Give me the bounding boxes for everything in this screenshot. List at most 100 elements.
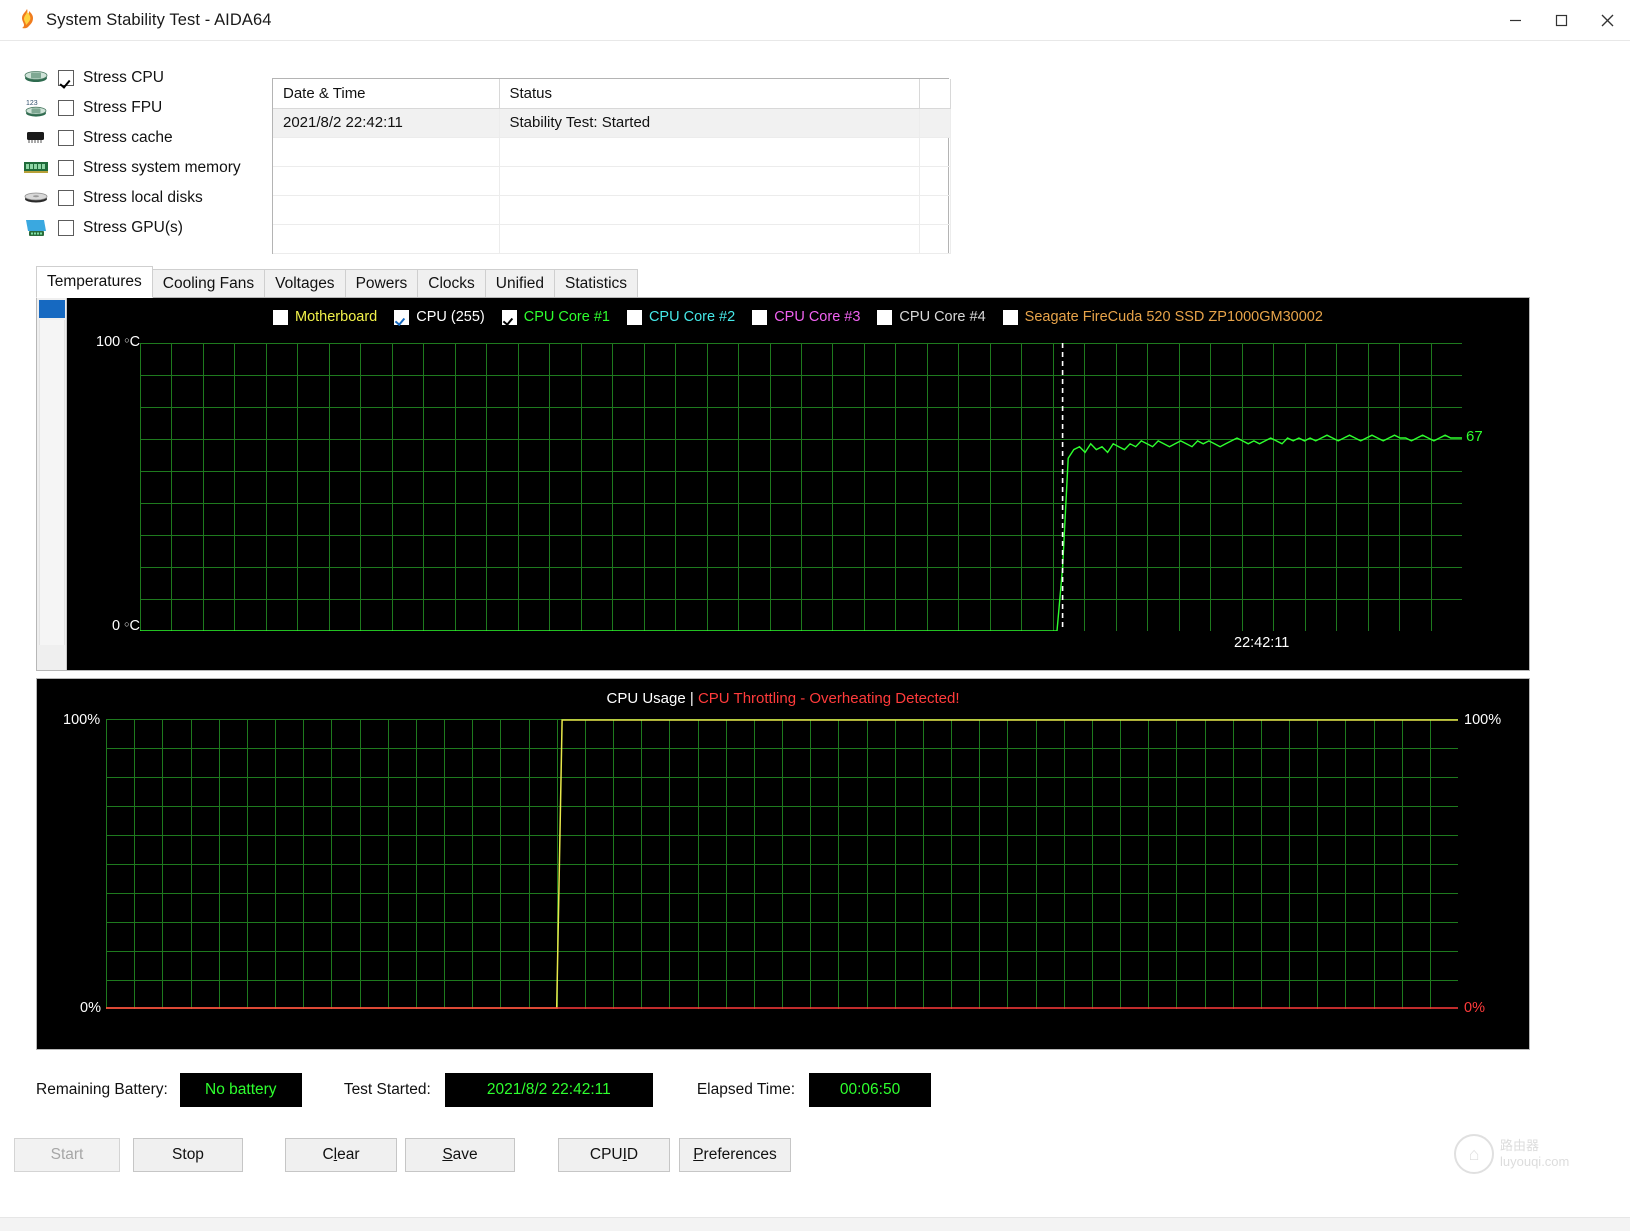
column-header-status[interactable]: Status bbox=[499, 79, 920, 109]
legend-checkbox-motherboard[interactable] bbox=[273, 309, 288, 325]
tab-unified[interactable]: Unified bbox=[484, 269, 556, 298]
stress-memory-checkbox[interactable] bbox=[58, 160, 74, 176]
legend-label-cpu-core-3: CPU Core #3 bbox=[774, 309, 861, 325]
table-header-row: Date & Time Status bbox=[273, 79, 951, 109]
stress-disks-label: Stress local disks bbox=[83, 189, 203, 206]
window-titlebar: System Stability Test - AIDA64 bbox=[0, 0, 1630, 41]
cell-datetime bbox=[273, 195, 500, 225]
status-bar: Remaining Battery: No battery Test Start… bbox=[0, 1073, 1630, 1107]
maximize-button[interactable] bbox=[1538, 0, 1584, 41]
cell-spacer bbox=[919, 166, 951, 196]
tab-statistics[interactable]: Statistics bbox=[554, 269, 639, 298]
usage-axis-min-left: 0% bbox=[80, 1000, 101, 1016]
battery-value: No battery bbox=[179, 1073, 302, 1107]
cpu-chip-icon bbox=[22, 67, 50, 89]
legend-checkbox-cpu-core-1[interactable] bbox=[501, 309, 517, 325]
stress-memory-label: Stress system memory bbox=[83, 159, 241, 176]
minimize-button[interactable] bbox=[1492, 0, 1538, 41]
stress-option-cache[interactable]: Stress cache bbox=[22, 123, 272, 153]
legend-label-seagate-ssd: Seagate FireCuda 520 SSD ZP1000GM30002 bbox=[1024, 309, 1323, 325]
legend-item-motherboard[interactable]: Motherboard bbox=[273, 309, 377, 325]
preferences-button[interactable]: Preferences bbox=[679, 1138, 791, 1172]
gpu-display-icon bbox=[22, 217, 50, 239]
window-bottom-strip bbox=[0, 1217, 1630, 1231]
temperature-cursor-timestamp: 22:42:11 bbox=[1234, 635, 1290, 651]
legend-item-cpu-core-1[interactable]: CPU Core #1 bbox=[501, 309, 610, 325]
stress-option-disks[interactable]: Stress local disks bbox=[22, 183, 272, 213]
stress-options-list: Stress CPU 123 Stress FPU Stress cache S… bbox=[22, 63, 272, 236]
temp-axis-max-label: 100 ○C bbox=[96, 334, 141, 350]
usage-axis-min-right: 0% bbox=[1464, 1000, 1485, 1016]
memory-module-icon bbox=[22, 157, 50, 179]
stress-disks-checkbox[interactable] bbox=[58, 190, 74, 206]
column-header-datetime[interactable]: Date & Time bbox=[273, 79, 500, 109]
hard-disk-icon bbox=[22, 187, 50, 209]
test-started-label: Test Started: bbox=[343, 1081, 431, 1098]
battery-label: Remaining Battery: bbox=[36, 1081, 168, 1098]
temperature-legend: Motherboard CPU (255) CPU Core #1 CPU Co… bbox=[273, 309, 1340, 325]
stop-button[interactable]: Stop bbox=[133, 1138, 243, 1172]
start-button[interactable]: Start bbox=[14, 1138, 120, 1172]
cell-datetime bbox=[273, 166, 500, 196]
cell-status bbox=[499, 224, 920, 254]
elapsed-time-value: 00:06:50 bbox=[809, 1073, 932, 1107]
scrollbar-track[interactable] bbox=[39, 320, 65, 645]
table-row[interactable] bbox=[273, 224, 951, 254]
cell-spacer bbox=[919, 137, 951, 167]
window-controls bbox=[1492, 0, 1630, 41]
tab-cooling-fans[interactable]: Cooling Fans bbox=[151, 269, 266, 298]
tab-temperatures[interactable]: Temperatures bbox=[36, 266, 153, 298]
stress-fpu-checkbox[interactable] bbox=[58, 100, 74, 116]
legend-checkbox-cpu-core-4[interactable] bbox=[877, 309, 893, 325]
stress-option-memory[interactable]: Stress system memory bbox=[22, 153, 272, 183]
stress-option-fpu[interactable]: 123 Stress FPU bbox=[22, 93, 272, 123]
cell-status bbox=[499, 137, 920, 167]
save-button[interactable]: Save bbox=[405, 1138, 515, 1172]
cache-chip-icon bbox=[22, 127, 50, 149]
tab-clocks[interactable]: Clocks bbox=[417, 269, 486, 298]
stress-cache-checkbox[interactable] bbox=[58, 130, 74, 146]
usage-title-text: CPU Usage bbox=[606, 690, 686, 707]
flame-icon bbox=[18, 9, 36, 29]
legend-checkbox-cpu[interactable] bbox=[394, 309, 410, 325]
stress-cpu-label: Stress CPU bbox=[83, 69, 164, 86]
table-row[interactable] bbox=[273, 195, 951, 225]
legend-item-cpu-core-4[interactable]: CPU Core #4 bbox=[877, 309, 986, 325]
cell-spacer bbox=[919, 195, 951, 225]
test-started-value: 2021/8/2 22:42:11 bbox=[444, 1073, 653, 1107]
legend-item-cpu-core-2[interactable]: CPU Core #2 bbox=[626, 309, 736, 325]
temp-axis-min-label: 0 ○C bbox=[112, 618, 141, 634]
legend-checkbox-cpu-core-2[interactable] bbox=[626, 309, 642, 325]
table-row[interactable] bbox=[273, 166, 951, 196]
legend-label-cpu-core-2: CPU Core #2 bbox=[648, 309, 736, 325]
stress-option-gpu[interactable]: Stress GPU(s) bbox=[22, 213, 272, 243]
usage-chart-title: CPU Usage | CPU Throttling - Overheating… bbox=[37, 690, 1529, 707]
elapsed-time-label: Elapsed Time: bbox=[696, 1081, 796, 1098]
legend-item-seagate-ssd[interactable]: Seagate FireCuda 520 SSD ZP1000GM30002 bbox=[1002, 309, 1323, 325]
watermark: ⌂ 路由器 luyouqi.com bbox=[1454, 1125, 1614, 1183]
cpu-usage-plot bbox=[106, 719, 1458, 1009]
legend-item-cpu[interactable]: CPU (255) bbox=[394, 309, 485, 325]
stress-cache-label: Stress cache bbox=[83, 129, 173, 146]
tab-voltages[interactable]: Voltages bbox=[264, 269, 346, 298]
temperature-current-readout: 67 bbox=[1466, 428, 1483, 445]
legend-checkbox-seagate-ssd[interactable] bbox=[1002, 309, 1018, 325]
table-row[interactable] bbox=[273, 137, 951, 167]
temperature-scrollbar[interactable] bbox=[37, 298, 67, 670]
legend-item-cpu-core-3[interactable]: CPU Core #3 bbox=[752, 309, 860, 325]
scrollbar-thumb[interactable] bbox=[39, 300, 65, 318]
table-row[interactable]: 2021/8/2 22:42:11 Stability Test: Starte… bbox=[273, 108, 951, 138]
watermark-logo-icon: ⌂ bbox=[1454, 1134, 1494, 1174]
cpuid-button[interactable]: CPU I D bbox=[558, 1138, 670, 1172]
stress-option-cpu[interactable]: Stress CPU bbox=[22, 63, 272, 93]
legend-label-cpu: CPU (255) bbox=[416, 309, 485, 325]
stress-gpu-checkbox[interactable] bbox=[58, 220, 74, 236]
usage-axis-max-left: 100% bbox=[63, 712, 101, 728]
clear-button[interactable]: Cl ear bbox=[285, 1138, 397, 1172]
legend-checkbox-cpu-core-3[interactable] bbox=[752, 309, 768, 325]
stress-cpu-checkbox[interactable] bbox=[58, 70, 74, 86]
stress-gpu-label: Stress GPU(s) bbox=[83, 219, 183, 236]
close-button[interactable] bbox=[1584, 0, 1630, 41]
event-log-table[interactable]: Date & Time Status 2021/8/2 22:42:11 Sta… bbox=[272, 78, 951, 254]
tab-powers[interactable]: Powers bbox=[344, 269, 419, 298]
